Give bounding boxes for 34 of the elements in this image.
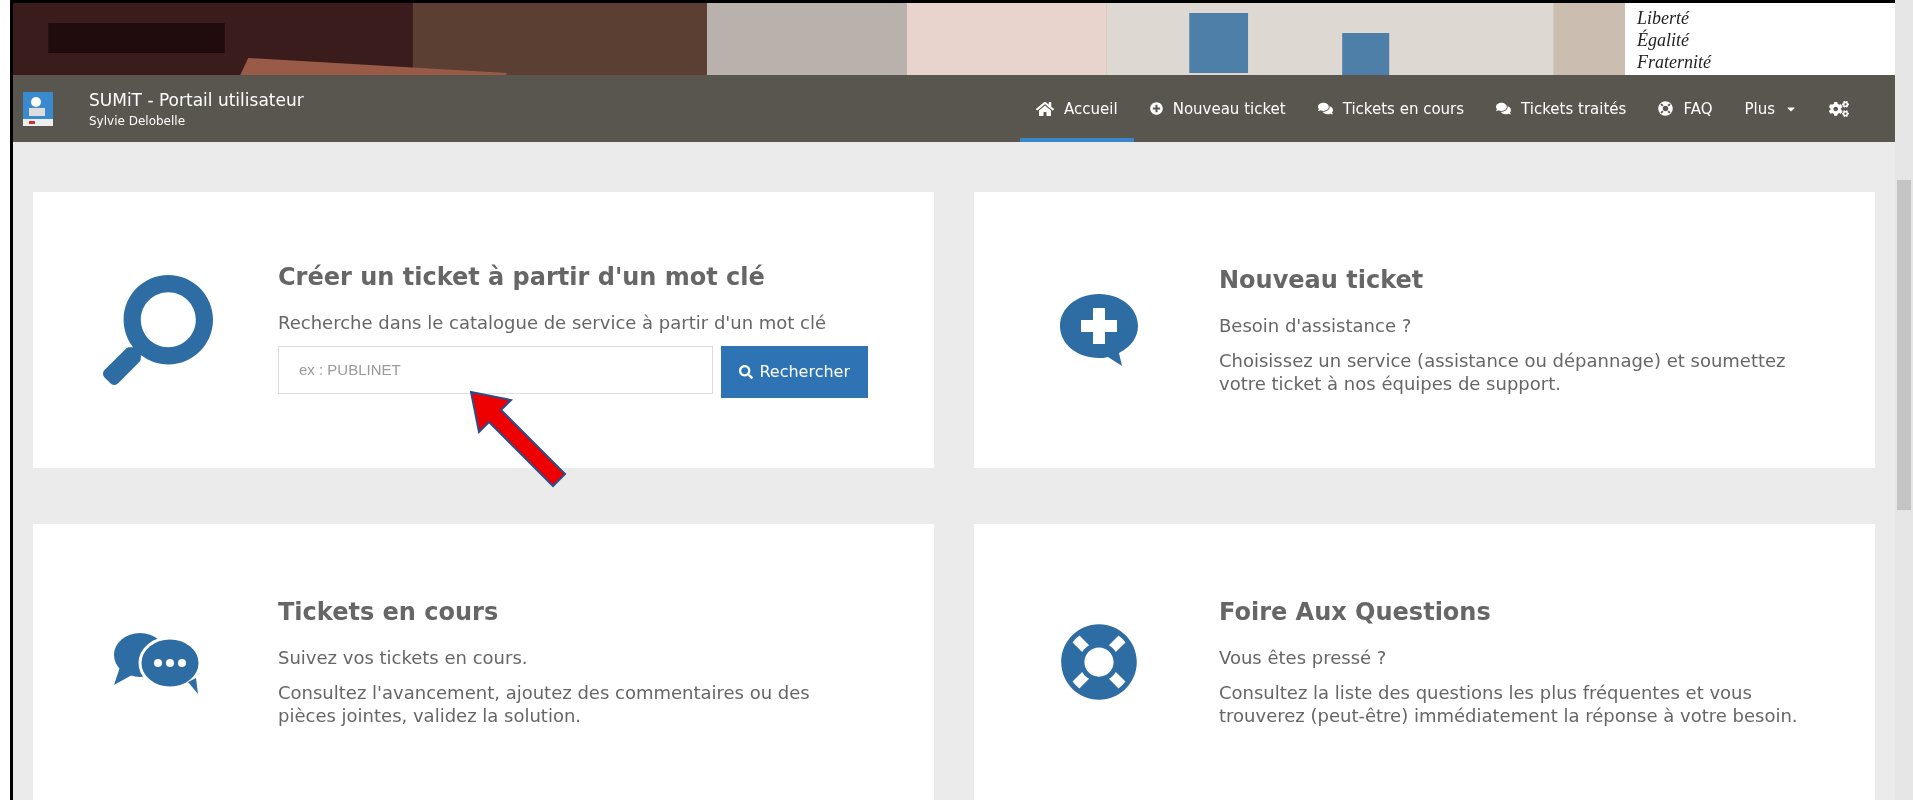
life-ring-icon (1060, 623, 1138, 701)
card-title: Nouveau ticket (1219, 265, 1425, 294)
plus-bubble-icon (1058, 292, 1140, 368)
card-text: Recherche dans le catalogue de service à partir d'un mot clé (278, 310, 828, 334)
app-title: SUMiT - Portail utilisateur (89, 89, 304, 110)
card-title: Créer un ticket à partir d'un mot clé (278, 262, 766, 291)
card-text: Vous êtes pressé ? (1219, 645, 1388, 669)
settings-icon (1829, 98, 1849, 119)
card-text: Besoin d'assistance ? (1219, 313, 1413, 337)
logo-icon (23, 91, 53, 126)
motto-line: Liberté (1637, 7, 1691, 29)
nav-tab[interactable]: Nouveau ticket (1133, 75, 1302, 142)
card-text: Suivez vos tickets en cours. (278, 645, 529, 669)
nav-tab[interactable]: FAQ (1642, 75, 1729, 142)
nav-tab[interactable]: Plus (1728, 75, 1813, 142)
chat-icon (1317, 101, 1333, 116)
search-button[interactable]: Rechercher (721, 345, 868, 398)
search-icon (103, 275, 213, 385)
home-icon (1036, 99, 1055, 118)
plus-icon (1149, 102, 1163, 115)
chat-icon (1496, 101, 1512, 116)
user-name: Sylvie Delobelle (89, 113, 187, 128)
motto-line: Égalité (1637, 29, 1691, 51)
search-field[interactable]: ex : PUBLINET (278, 345, 714, 394)
nav-tab[interactable]: Tickets traités (1480, 75, 1643, 142)
card-text: Consultez la liste des questions les plus fréquentes et vous trouverez (peut-être) immédiatement la réponse à votre besoin. (1219, 680, 1799, 727)
card-title: Tickets en cours (278, 597, 500, 626)
motto-line: Fraternité (1637, 51, 1713, 73)
card-text: Consultez l'avancement, ajoutez des commentaires ou des pièces jointes, validez la solution. (278, 680, 811, 727)
search-icon (739, 364, 754, 379)
nav-tab[interactable]: Tickets en cours (1301, 75, 1481, 142)
card-title: Foire Aux Questions (1219, 597, 1492, 626)
card-text: Choisissez un service (assistance ou dépannage) et soumettez votre ticket à nos équipes de support. (1219, 348, 1787, 395)
life-ring-icon (1658, 101, 1674, 116)
